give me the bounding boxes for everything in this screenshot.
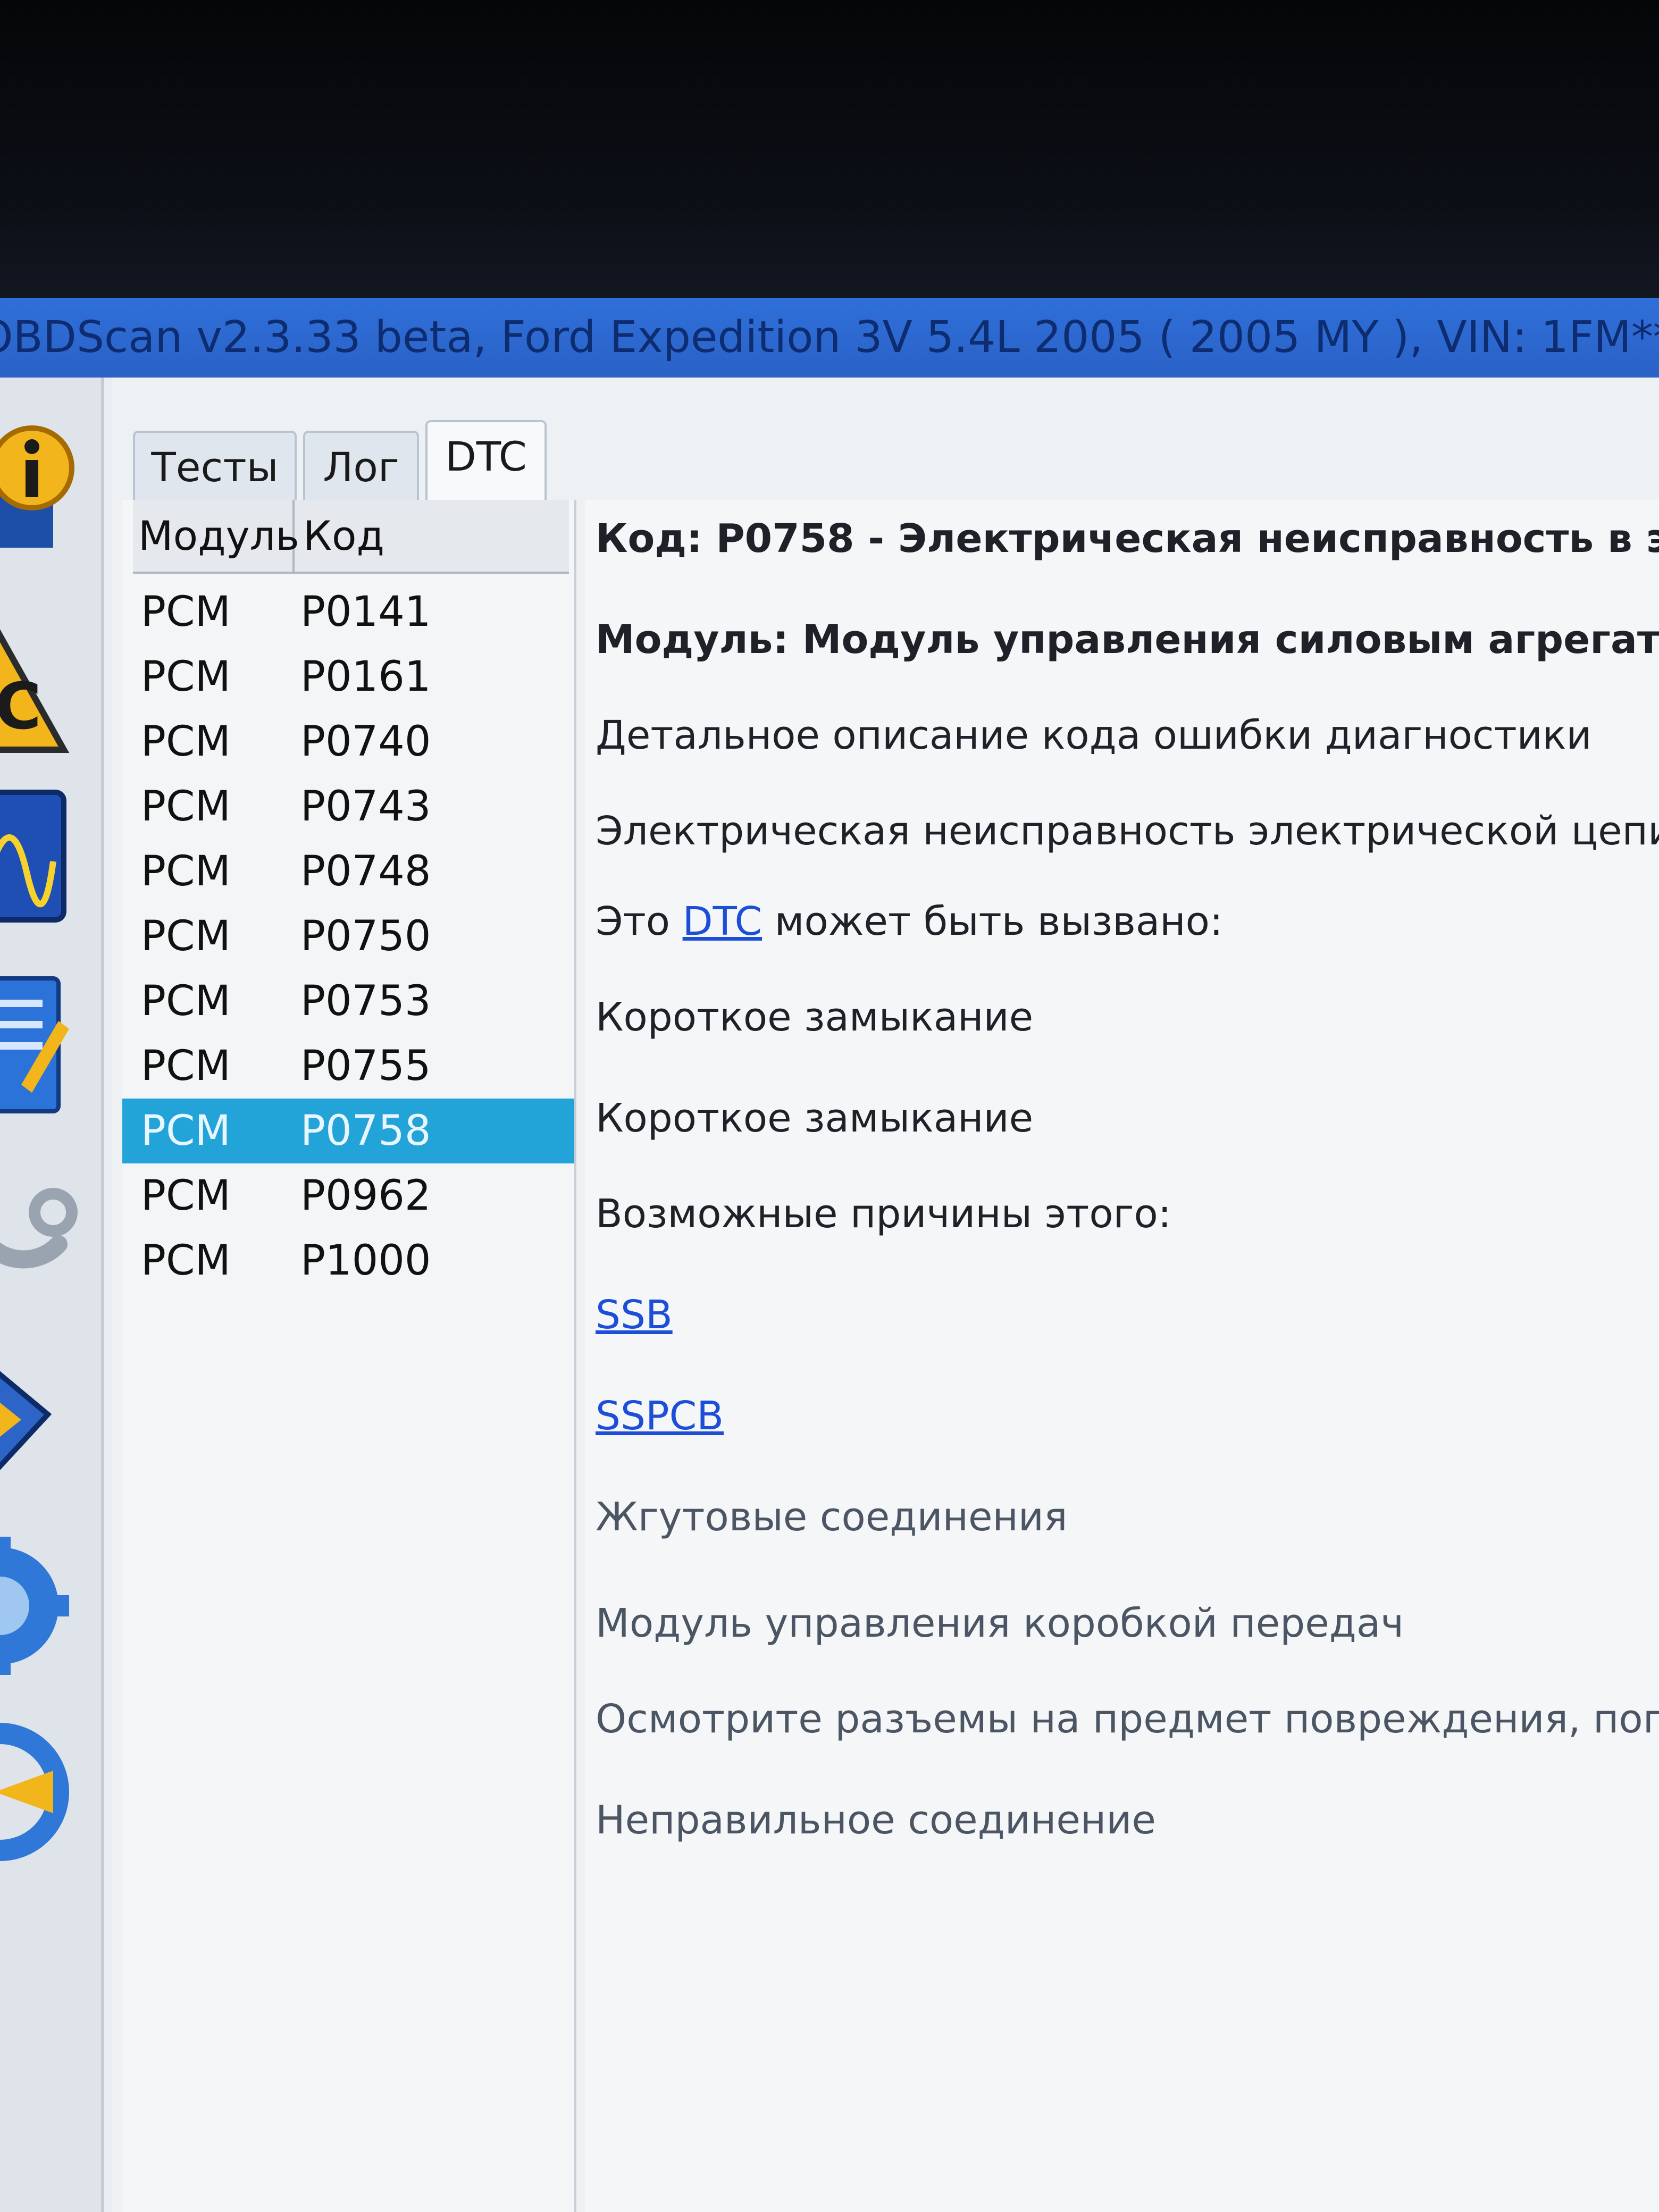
table-row[interactable]: PCM P0755: [122, 1034, 574, 1099]
tool-warning-button[interactable]: C: [0, 596, 90, 755]
code-cell: P0161: [300, 653, 431, 701]
module-cell: PCM: [141, 1107, 231, 1155]
code-cell: P1000: [300, 1237, 431, 1285]
table-row[interactable]: PCM P1000: [122, 1228, 574, 1293]
table-row[interactable]: PCM P0750: [122, 904, 574, 969]
monitor-bezel: [0, 0, 1659, 298]
code-cell: P0740: [300, 718, 431, 766]
sspcb-link[interactable]: SSPCB: [596, 1393, 724, 1439]
code-cell: P0750: [300, 912, 431, 960]
table-row[interactable]: PCM P0748: [122, 839, 574, 904]
detail-cause-2: Короткое замыкание: [596, 1095, 1034, 1141]
tool-steering-button[interactable]: [0, 1712, 90, 1872]
table-row-selected[interactable]: PCM P0758: [122, 1099, 574, 1163]
column-code-header[interactable]: Код: [303, 500, 558, 572]
detail-reason-4: Неправильное соединение: [596, 1797, 1156, 1843]
code-cell: P0758: [300, 1107, 431, 1155]
tab-dtc[interactable]: DTC: [425, 420, 547, 504]
caused-by-prefix: Это: [596, 899, 671, 944]
dtc-list: Модуль Код PCM P0141 PCM P0161 PCM P0740 PC…: [122, 500, 576, 2212]
detail-module-line: Модуль: Модуль управления силовым агрега…: [596, 617, 1659, 663]
tool-wrench-button[interactable]: [0, 1154, 90, 1313]
tool-gear-button[interactable]: [0, 1526, 90, 1686]
dtc-list-header: Модуль Код: [133, 500, 569, 574]
detail-caused-by: Это DTC может быть вызвано:: [596, 899, 1223, 944]
module-cell: PCM: [141, 912, 231, 960]
info-icon: [0, 425, 74, 548]
ssb-link[interactable]: SSB: [596, 1292, 673, 1338]
caused-by-suffix: может быть вызвано:: [774, 899, 1223, 944]
dtc-detail-panel: Код: P0758 - Электрическая неисправность…: [585, 500, 1659, 2212]
table-row[interactable]: PCM P0753: [122, 969, 574, 1034]
detail-description: Электрическая неисправность электрическо…: [596, 808, 1659, 854]
tool-info-button[interactable]: [0, 415, 90, 574]
column-module-header[interactable]: Модуль: [138, 500, 299, 572]
oscilloscope-icon: [0, 790, 66, 923]
module-cell: PCM: [141, 653, 231, 701]
detail-reason-1: Жгутовые соединения: [596, 1494, 1068, 1540]
app-window: OBDScan v2.3.33 beta, Ford Expedition 3V…: [0, 298, 1659, 2212]
code-cell: P0743: [300, 783, 431, 831]
table-row[interactable]: PCM P0743: [122, 774, 574, 839]
table-row[interactable]: PCM P0141: [122, 580, 574, 644]
steering-wheel-icon: [0, 1723, 69, 1861]
window-title: OBDScan v2.3.33 beta, Ford Expedition 3V…: [0, 298, 1659, 378]
table-row[interactable]: PCM P0161: [122, 644, 574, 709]
detail-cause-1: Короткое замыкание: [596, 994, 1034, 1040]
code-cell: P0748: [300, 848, 431, 895]
tab-log[interactable]: Лог: [303, 431, 419, 502]
module-cell: PCM: [141, 783, 231, 831]
code-cell: P0141: [300, 588, 431, 636]
tool-notepad-button[interactable]: [0, 968, 90, 1127]
main-panel: Тесты Лог DTC Модуль Код PCM P0141 PCM P01…: [112, 378, 1659, 2212]
module-cell: PCM: [141, 977, 231, 1025]
detail-code-line: Код: P0758 - Электрическая неисправность…: [596, 516, 1659, 562]
dtc-link[interactable]: DTC: [683, 899, 763, 944]
code-cell: P0753: [300, 977, 431, 1025]
notepad-icon: [0, 976, 69, 1113]
module-cell: PCM: [141, 588, 231, 636]
chip-icon: [0, 1371, 52, 1470]
module-cell: PCM: [141, 718, 231, 766]
left-toolbar: C: [0, 378, 104, 2212]
tab-tests[interactable]: Тесты: [133, 431, 297, 502]
detail-possible-reasons-heading: Возможные причины этого:: [596, 1191, 1171, 1237]
module-cell: PCM: [141, 1172, 231, 1220]
tool-chip-button[interactable]: [0, 1340, 90, 1499]
detail-description-heading: Детальное описание кода ошибки диагности…: [596, 713, 1592, 758]
detail-reason-3: Осмотрите разъемы на предмет повреждения…: [596, 1696, 1659, 1742]
table-row[interactable]: PCM P0740: [122, 709, 574, 774]
detail-reason-2: Модуль управления коробкой передач: [596, 1601, 1404, 1646]
module-cell: PCM: [141, 1042, 231, 1090]
wrench-icon: [0, 1188, 78, 1269]
table-row[interactable]: PCM P0962: [122, 1163, 574, 1228]
warning-icon: C: [0, 629, 70, 753]
gear-icon: [0, 1537, 69, 1675]
code-cell: P0962: [300, 1172, 431, 1220]
module-cell: PCM: [141, 848, 231, 895]
svg-text:C: C: [0, 670, 41, 744]
module-cell: PCM: [141, 1237, 231, 1285]
code-cell: P0755: [300, 1042, 431, 1090]
tool-oscilloscope-button[interactable]: [0, 782, 90, 941]
dtc-rows: PCM P0141 PCM P0161 PCM P0740 PCM P0743 PCM P…: [122, 580, 574, 1293]
